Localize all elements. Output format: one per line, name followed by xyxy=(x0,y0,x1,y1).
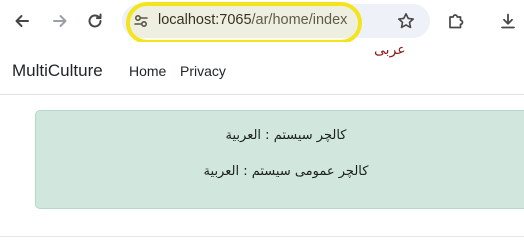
back-button[interactable] xyxy=(10,9,34,33)
nav-link-privacy[interactable]: Privacy xyxy=(180,63,226,79)
bookmark-star-icon xyxy=(398,13,414,29)
browser-toolbar: localhost:7065/ar/home/index xyxy=(0,0,524,44)
bookmark-button[interactable] xyxy=(394,9,418,33)
page: localhost:7065/ar/home/index عربی MultiC… xyxy=(0,0,524,252)
reload-icon xyxy=(88,13,102,28)
back-arrow-icon xyxy=(15,15,29,27)
ui-culture-text: کالچر عمومی سیستم : العربیة xyxy=(203,164,369,179)
url-highlight-annotation xyxy=(126,2,362,44)
culture-alert: کالچر سیستم : العربیة کالچر عمومی سیستم … xyxy=(35,110,524,209)
culture-text: کالچر سیستم : العربیة xyxy=(225,128,347,143)
site-navbar: عربی MultiCulture Home Privacy xyxy=(0,42,524,95)
brand-link[interactable]: MultiCulture xyxy=(12,61,103,81)
download-icon xyxy=(501,13,515,29)
forward-button[interactable] xyxy=(48,9,72,33)
download-button[interactable] xyxy=(496,9,520,33)
nav-link-home[interactable]: Home xyxy=(129,63,166,79)
reload-button[interactable] xyxy=(83,9,107,33)
extensions-button[interactable] xyxy=(444,9,468,33)
extensions-icon xyxy=(449,14,464,29)
language-link-arabic[interactable]: عربی xyxy=(374,42,406,58)
footer-divider xyxy=(0,236,524,237)
forward-arrow-icon xyxy=(53,15,67,27)
